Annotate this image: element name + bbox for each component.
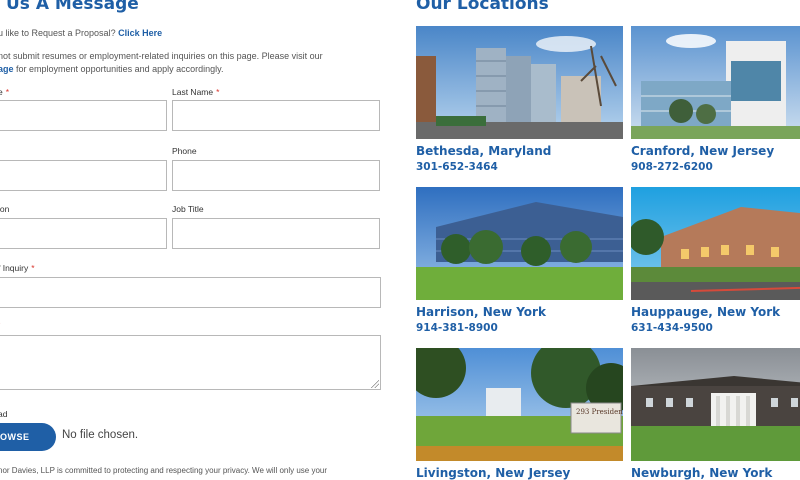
cranford-office-photo[interactable]: [631, 26, 800, 139]
proposal-link[interactable]: Click Here: [118, 28, 162, 38]
location-city[interactable]: Bethesda, Maryland: [416, 144, 551, 158]
privacy-notice: nor Davies, LLP is committed to protecti…: [0, 466, 328, 475]
location-city[interactable]: Harrison, New York: [416, 305, 546, 319]
sign-text: 293 Presidential Center: [576, 408, 623, 416]
organization-input[interactable]: [0, 218, 167, 249]
resize-grip-icon[interactable]: [371, 380, 379, 388]
location-city[interactable]: Newburgh, New York: [631, 466, 772, 480]
location-phone[interactable]: 301-652-3464: [416, 161, 498, 173]
file-status: No file chosen.: [62, 429, 139, 441]
form-title: Us A Message: [6, 0, 139, 14]
email-input[interactable]: [0, 160, 167, 191]
newburgh-office-photo[interactable]: [631, 348, 800, 461]
phone-label: Phone: [172, 146, 197, 156]
organization-label: ion: [0, 204, 10, 214]
browse-button[interactable]: OWSE: [0, 423, 56, 451]
location-city[interactable]: Livingston, New Jersey: [416, 466, 570, 480]
inquiry-type-select[interactable]: [0, 277, 381, 308]
last-name-label: Last Name *: [172, 87, 220, 97]
locations-title: Our Locations: [416, 0, 549, 14]
last-name-input[interactable]: [172, 100, 380, 131]
careers-page-link[interactable]: age: [0, 64, 14, 74]
upload-label: ad: [0, 409, 8, 419]
proposal-question: u like to Request a Proposal?: [0, 28, 116, 38]
location-city[interactable]: Cranford, New Jersey: [631, 144, 774, 158]
bethesda-office-photo[interactable]: [416, 26, 623, 139]
proposal-prompt: u like to Request a Proposal? Click Here: [0, 25, 162, 41]
livingston-office-photo[interactable]: 293 Presidential Center: [416, 348, 623, 461]
first-name-input[interactable]: [0, 100, 167, 131]
location-city[interactable]: Hauppauge, New York: [631, 305, 780, 319]
location-phone[interactable]: 908-272-6200: [631, 161, 713, 173]
message-textarea-wrapper: [0, 335, 381, 390]
hauppauge-office-photo[interactable]: [631, 187, 800, 300]
harrison-office-photo[interactable]: [416, 187, 623, 300]
location-phone[interactable]: 631-434-9500: [631, 322, 713, 334]
message-textarea[interactable]: [0, 335, 381, 390]
notice-line-2: age for employment opportunities and app…: [0, 64, 224, 74]
location-phone[interactable]: 914-381-8900: [416, 322, 498, 334]
phone-input[interactable]: [172, 160, 380, 191]
job-title-input[interactable]: [172, 218, 380, 249]
first-name-label: e *: [0, 87, 10, 97]
inquiry-type-label: f Inquiry *: [0, 263, 35, 273]
job-title-label: Job Title: [172, 204, 204, 214]
